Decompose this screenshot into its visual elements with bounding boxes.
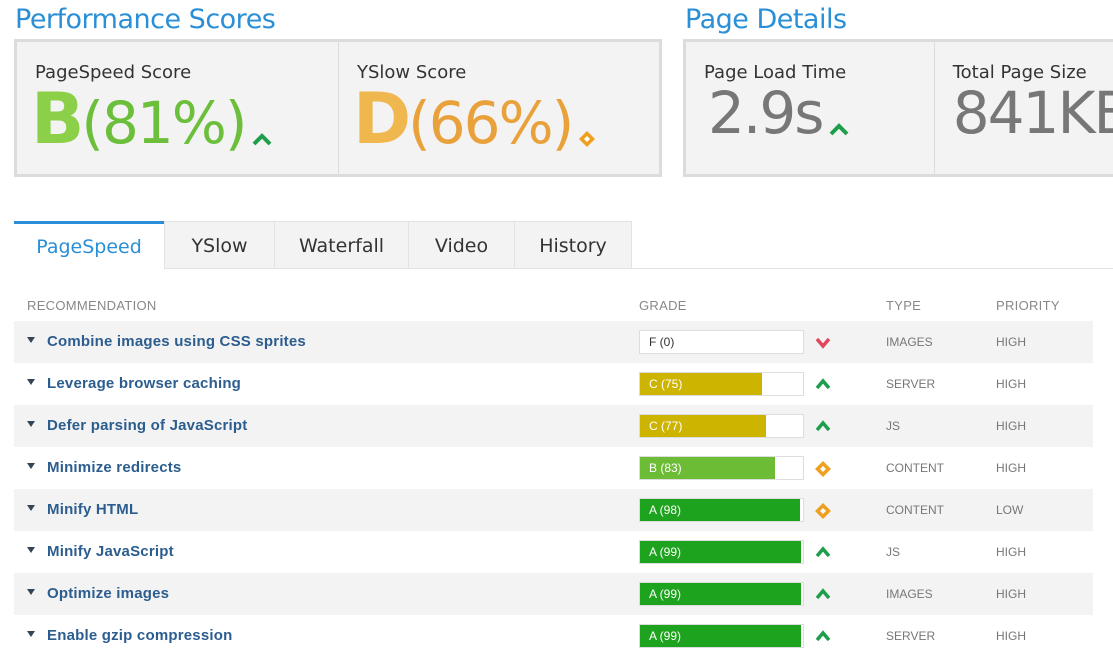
up-arrow-icon — [814, 544, 832, 560]
type-cell: IMAGES — [886, 335, 933, 349]
header-recommendation[interactable]: RECOMMENDATION — [27, 298, 157, 313]
neutral-diamond-icon — [814, 460, 832, 477]
pagespeed-grade-percent: (81%) — [81, 89, 247, 157]
grade-bar: A (99) — [639, 624, 804, 648]
grade-bar: A (99) — [639, 582, 804, 606]
tab-divider — [165, 268, 1113, 269]
up-arrow-icon — [814, 586, 832, 602]
up-arrow-icon — [252, 132, 272, 145]
neutral-diamond-icon — [814, 502, 832, 519]
recommendation-name[interactable]: Minify JavaScript — [47, 543, 174, 560]
grade-bar: C (77) — [639, 414, 804, 438]
grade-text: A (99) — [649, 545, 682, 559]
up-arrow-icon — [829, 122, 848, 135]
up-arrow-icon — [814, 376, 832, 392]
table-row[interactable]: Minify HTML A (98) CONTENT LOW — [14, 489, 1093, 531]
grade-bar: C (75) — [639, 372, 804, 396]
performance-title: Performance Scores — [15, 4, 276, 35]
grade-text: B (83) — [649, 461, 682, 475]
report-tabs: PageSpeed YSlow Waterfall Video History — [14, 221, 632, 269]
priority-cell: HIGH — [996, 545, 1026, 559]
type-cell: IMAGES — [886, 587, 933, 601]
expand-caret-icon[interactable] — [27, 379, 35, 385]
page-load-time-cell: Page Load Time 2.9s — [686, 42, 935, 174]
table-row[interactable]: Minimize redirects B (83) CONTENT HIGH — [14, 447, 1093, 489]
neutral-diamond-icon — [579, 130, 596, 147]
grade-text: F (0) — [649, 335, 675, 349]
type-cell: SERVER — [886, 377, 936, 391]
type-cell: CONTENT — [886, 503, 944, 517]
page-load-time-number: 2.9s — [708, 79, 824, 147]
total-page-size-cell: Total Page Size 841KB — [935, 42, 1113, 174]
pagespeed-score-cell: PageSpeed Score B(81%) — [17, 42, 339, 174]
grade-text: C (75) — [649, 377, 683, 391]
tab-pagespeed[interactable]: PageSpeed — [14, 221, 165, 269]
priority-cell: HIGH — [996, 629, 1026, 643]
header-grade[interactable]: GRADE — [639, 298, 687, 313]
recommendation-name[interactable]: Optimize images — [47, 585, 169, 602]
header-type[interactable]: TYPE — [886, 298, 921, 313]
table-row[interactable]: Defer parsing of JavaScript C (77) JS HIGH — [14, 405, 1093, 447]
type-cell: CONTENT — [886, 461, 944, 475]
yslow-grade-letter: D — [353, 78, 411, 160]
grade-bar: A (98) — [639, 498, 804, 522]
grade-bar: F (0) — [639, 330, 804, 354]
down-arrow-icon — [814, 334, 832, 350]
tab-history[interactable]: History — [514, 221, 632, 269]
grade-text: A (98) — [649, 503, 682, 517]
recommendation-name[interactable]: Minimize redirects — [47, 459, 181, 476]
expand-caret-icon[interactable] — [27, 547, 35, 553]
table-row[interactable]: Minify JavaScript A (99) JS HIGH — [14, 531, 1093, 573]
priority-cell: HIGH — [996, 587, 1026, 601]
tab-video[interactable]: Video — [408, 221, 515, 269]
grade-text: A (99) — [649, 587, 682, 601]
grade-text: C (77) — [649, 419, 683, 433]
yslow-score-cell: YSlow Score D(66%) — [339, 42, 659, 174]
priority-cell: HIGH — [996, 419, 1026, 433]
yslow-score-value: D(66%) — [353, 84, 597, 154]
up-arrow-icon — [814, 418, 832, 434]
expand-caret-icon[interactable] — [27, 631, 35, 637]
total-page-size-number: 841KB — [952, 79, 1113, 147]
table-row[interactable]: Combine images using CSS sprites F (0) IMA… — [14, 321, 1093, 363]
priority-cell: HIGH — [996, 461, 1026, 475]
expand-caret-icon[interactable] — [27, 421, 35, 427]
tab-waterfall[interactable]: Waterfall — [274, 221, 409, 269]
expand-caret-icon[interactable] — [27, 505, 35, 511]
expand-caret-icon[interactable] — [27, 463, 35, 469]
recommendation-name[interactable]: Combine images using CSS sprites — [47, 333, 306, 350]
page-details-panel: Page Load Time 2.9s Total Page Size 841K… — [683, 39, 1113, 177]
page-load-time-value: 2.9s — [708, 84, 850, 142]
table-row[interactable]: Enable gzip compression A (99) SERVER HIGH — [14, 615, 1093, 657]
up-arrow-icon — [814, 628, 832, 644]
expand-caret-icon[interactable] — [27, 589, 35, 595]
priority-cell: HIGH — [996, 335, 1026, 349]
grade-text: A (99) — [649, 629, 682, 643]
type-cell: JS — [886, 545, 901, 559]
type-cell: JS — [886, 419, 901, 433]
total-page-size-value: 841KB — [953, 84, 1113, 142]
page-details-title: Page Details — [685, 4, 847, 35]
pagespeed-score-value: B(81%) — [31, 84, 273, 154]
priority-cell: HIGH — [996, 377, 1026, 391]
pagespeed-grade-letter: B — [31, 78, 84, 160]
tab-yslow[interactable]: YSlow — [164, 221, 275, 269]
table-row[interactable]: Optimize images A (99) IMAGES HIGH — [14, 573, 1093, 615]
performance-panel: PageSpeed Score B(81%) YSlow Score D(66%… — [14, 39, 662, 177]
recommendation-name[interactable]: Defer parsing of JavaScript — [47, 417, 247, 434]
table-row[interactable]: Leverage browser caching C (75) SERVER HIGH — [14, 363, 1093, 405]
priority-cell: LOW — [996, 503, 1024, 517]
expand-caret-icon[interactable] — [27, 337, 35, 343]
recommendation-name[interactable]: Minify HTML — [47, 501, 138, 518]
recommendation-name[interactable]: Leverage browser caching — [47, 375, 241, 392]
grade-bar: B (83) — [639, 456, 804, 480]
type-cell: SERVER — [886, 629, 936, 643]
yslow-grade-percent: (66%) — [408, 89, 574, 157]
grade-bar: A (99) — [639, 540, 804, 564]
header-priority[interactable]: PRIORITY — [996, 298, 1060, 313]
